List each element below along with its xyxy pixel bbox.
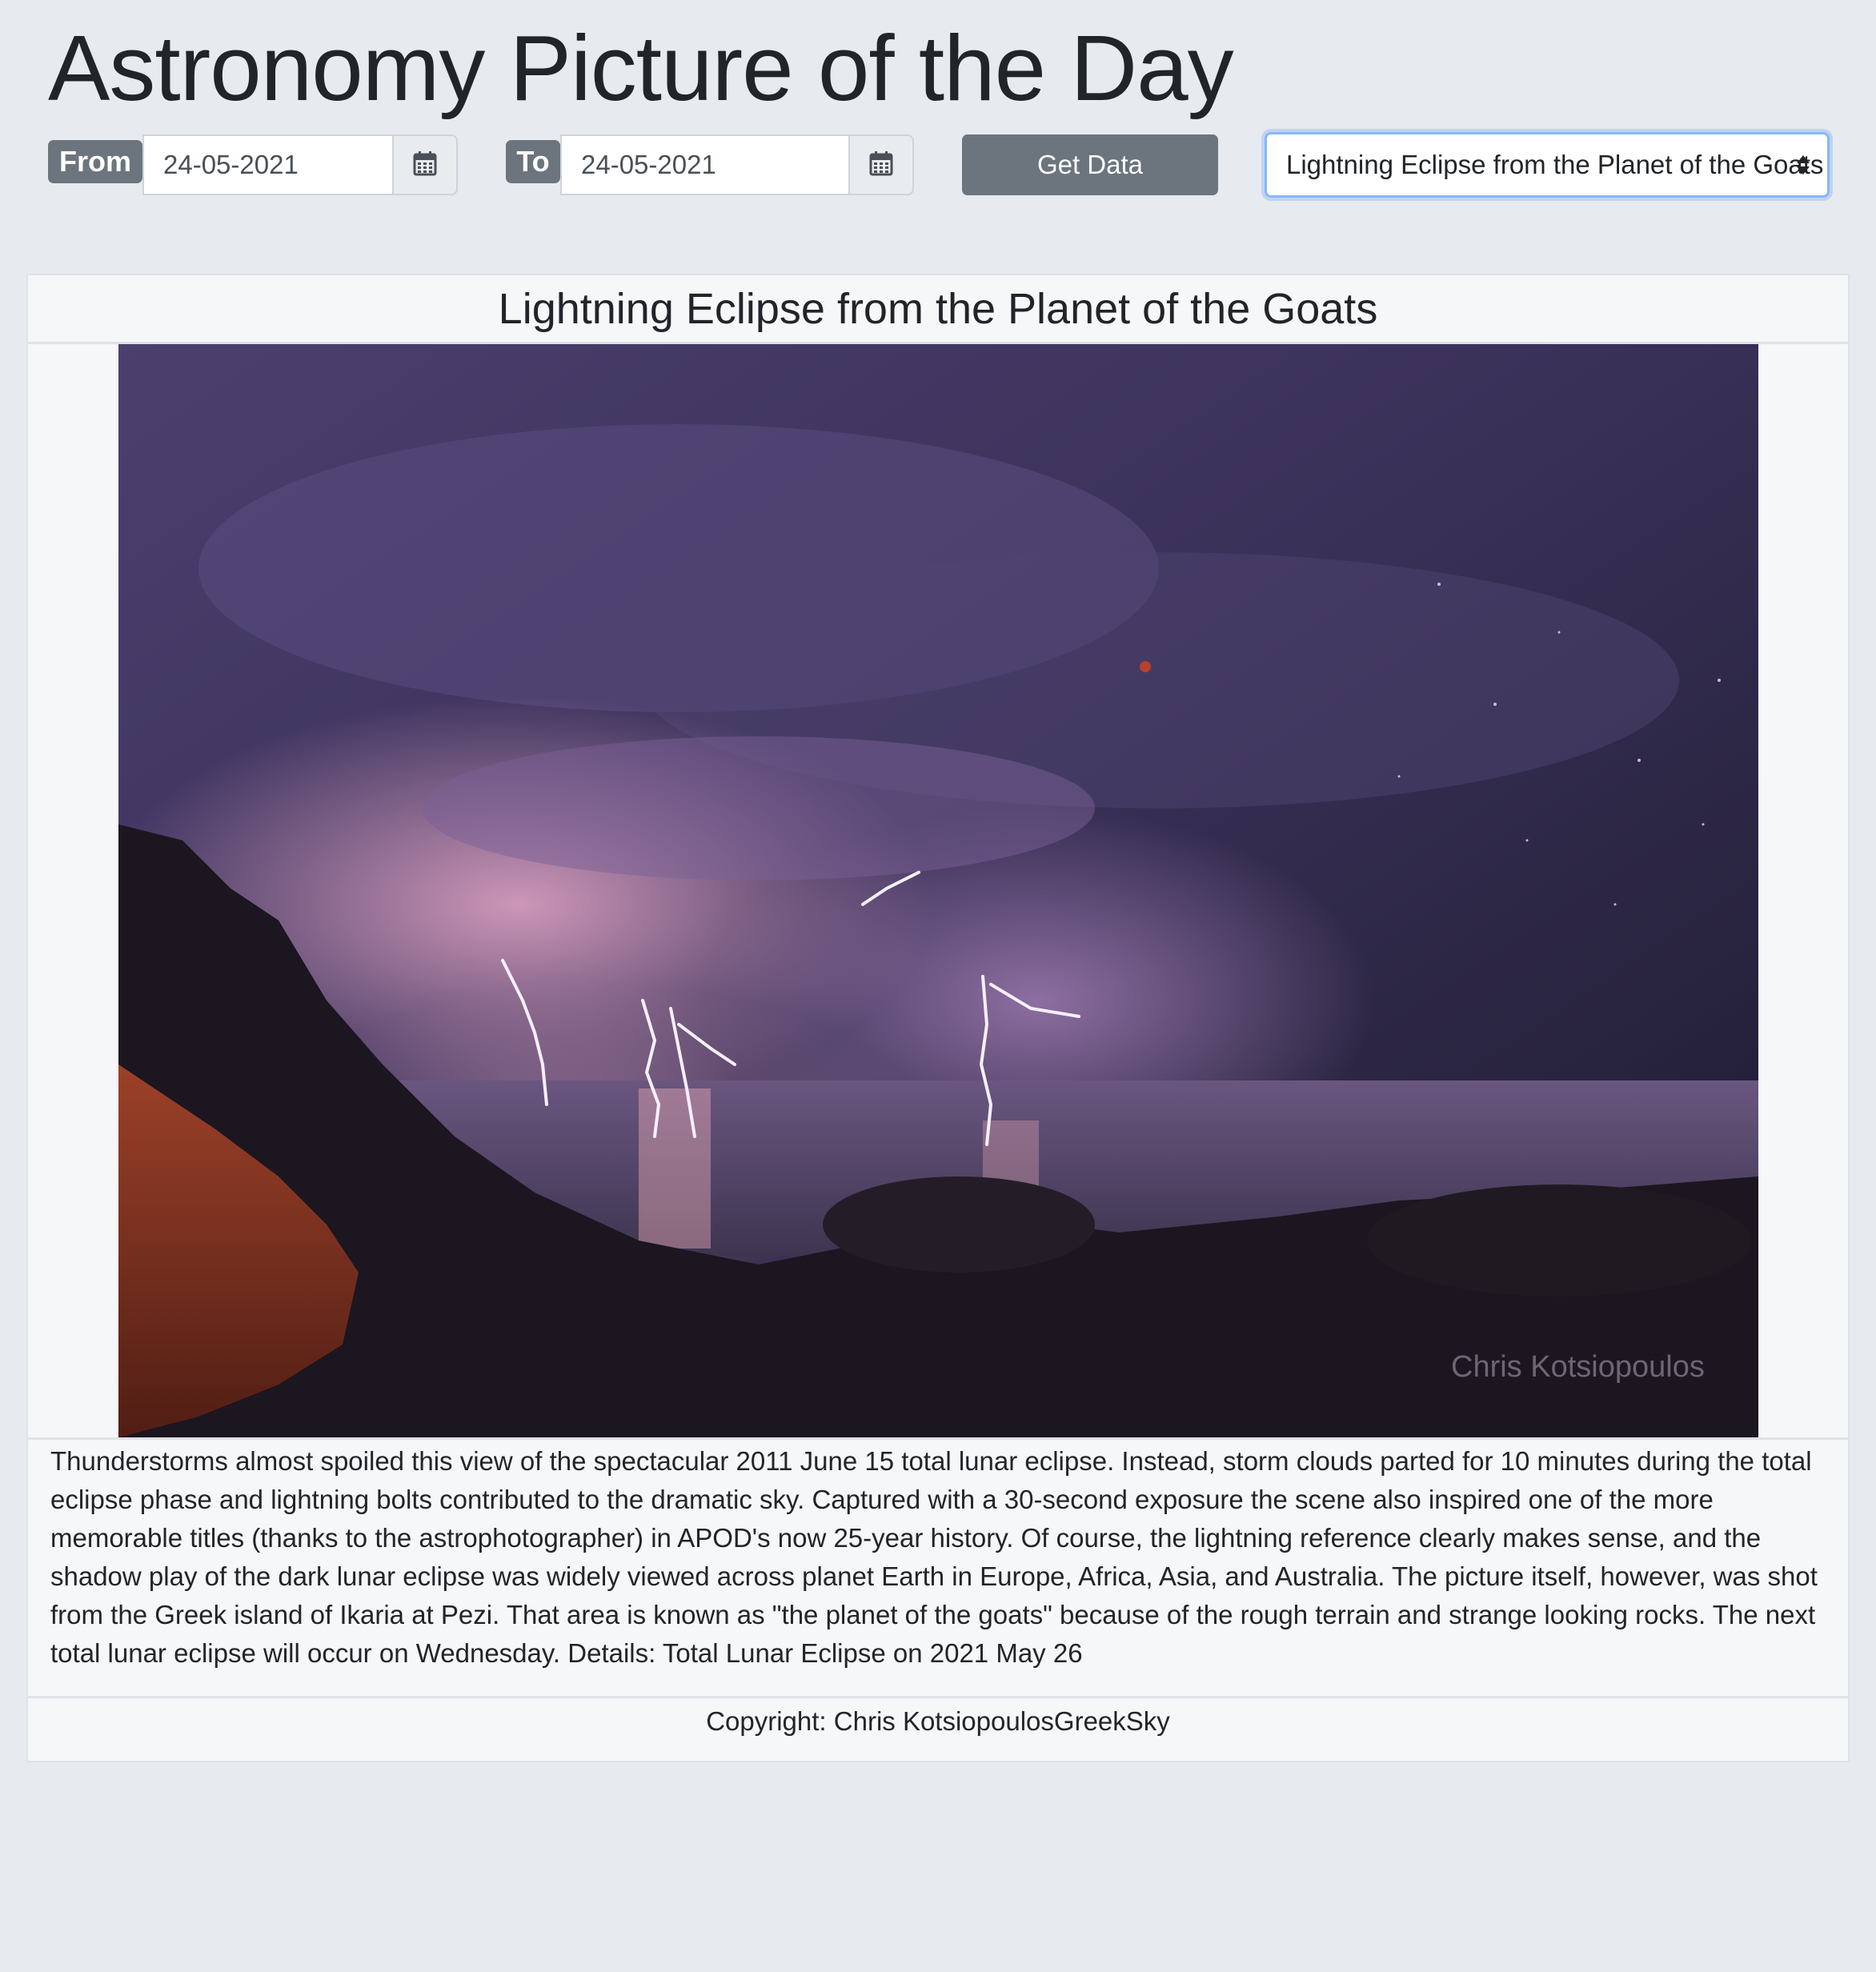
calendar-icon [413,150,437,180]
card-title: Lightning Eclipse from the Planet of the… [28,275,1848,344]
to-badge: To [506,140,560,183]
to-date-input[interactable]: 24-05-2021 [560,134,850,195]
title-select[interactable]: Lightning Eclipse from the Planet of the… [1265,132,1830,198]
calendar-icon [869,150,893,180]
copyright-text: Copyright: Chris KotsiopoulosGreekSky [28,1696,1848,1762]
to-calendar-button[interactable] [850,134,914,195]
apod-image[interactable]: Chris Kotsiopoulos [118,344,1758,1437]
title-select-value: Lightning Eclipse from the Planet of the… [1286,150,1824,179]
page-title: Astronomy Picture of the Day [48,16,1234,120]
from-date-input[interactable]: 24-05-2021 [142,134,394,195]
apod-card: Lightning Eclipse from the Planet of the… [26,274,1850,1762]
image-watermark: Chris Kotsiopoulos [1451,1350,1705,1384]
get-data-button[interactable]: Get Data [962,134,1218,195]
sort-caret-icon [1797,155,1810,174]
from-calendar-button[interactable] [394,134,458,195]
explanation-text: Thunderstorms almost spoiled this view o… [50,1446,1818,1668]
from-badge: From [48,140,142,183]
